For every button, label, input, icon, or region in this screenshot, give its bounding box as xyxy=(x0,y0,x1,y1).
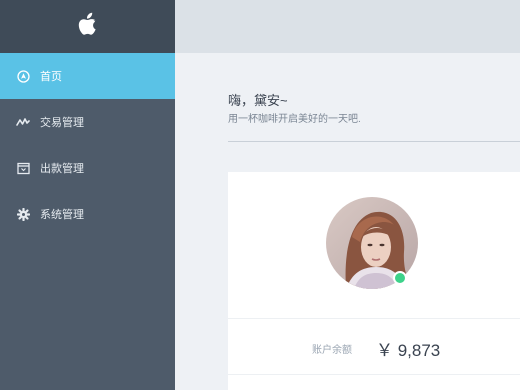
sidebar-item-home[interactable]: 首页 xyxy=(0,53,175,99)
top-bar xyxy=(175,0,520,53)
profile-card: 账户余额 ￥ 9,873 xyxy=(228,172,520,390)
logo-bar xyxy=(0,0,175,53)
card-divider xyxy=(228,374,520,375)
balance-value: ￥ 9,873 xyxy=(376,341,441,360)
gear-icon xyxy=(16,207,30,221)
sidebar-item-label: 首页 xyxy=(40,71,62,83)
sidebar: 首页 交易管理 出款管理 系统管理 xyxy=(0,0,175,390)
main-content: 嗨，黛安~ 用一杯咖啡开启美好的一天吧. 账户余额 ￥ 9,873 xyxy=(175,53,520,390)
window-icon xyxy=(16,161,30,175)
sidebar-item-payouts[interactable]: 出款管理 xyxy=(0,145,175,191)
greeting-title: 嗨，黛安~ xyxy=(228,93,288,108)
home-icon xyxy=(16,69,30,83)
sidebar-item-transactions[interactable]: 交易管理 xyxy=(0,99,175,145)
apple-icon xyxy=(77,12,99,41)
card-divider xyxy=(228,318,520,319)
sidebar-item-label: 出款管理 xyxy=(40,163,84,175)
balance-label: 账户余额 xyxy=(312,345,352,356)
sidebar-item-system[interactable]: 系统管理 xyxy=(0,191,175,237)
greeting-subtitle: 用一杯咖啡开启美好的一天吧. xyxy=(228,114,361,125)
online-status-dot xyxy=(393,271,407,285)
pulse-icon xyxy=(16,115,30,129)
sidebar-item-label: 交易管理 xyxy=(40,117,84,129)
divider xyxy=(228,141,520,142)
sidebar-item-label: 系统管理 xyxy=(40,209,84,221)
